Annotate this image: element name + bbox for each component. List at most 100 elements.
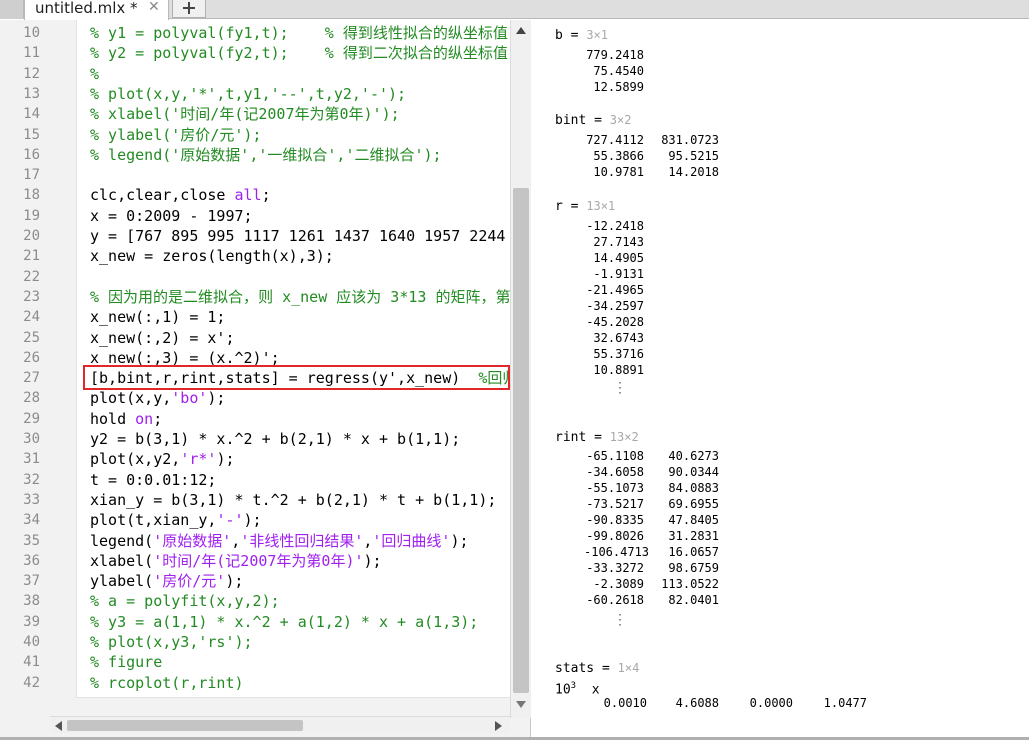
code-editor: 10 11 12 13 14 15 16 17 18 19 20 21 22 23 24 25 26 27 28 29… [0,20,531,738]
line-number: 27 [23,370,40,386]
var-name: stats [555,661,595,676]
line-number: 36 [23,553,40,569]
code-line[interactable]: legend('原始数据','非线性回归结果','回归曲线'); [90,531,510,551]
plus-icon-stroke [188,2,190,14]
rint-value: 47.8405 [668,513,719,527]
code-comment: % plot(x,y,'*',t,y1,'--',t,y2,'-'); [90,85,407,103]
code-line[interactable]: x_new = zeros(length(x),3); [90,246,510,266]
r-value: -1.9131 [593,267,644,281]
code-string: 'bo' [171,389,208,407]
var-header-stats: stats = 1×4 [555,661,640,676]
code-comment: % xlabel('时间/年(记2007年为第0年)'); [90,105,400,123]
code-line[interactable]: % xlabel('时间/年(记2007年为第0年)'); [90,104,510,124]
code-line-highlighted[interactable]: [b,bint,r,rint,stats] = regress(y',x_new… [90,368,510,388]
code-comment: % ylabel('房价/元'); [90,126,262,144]
vertical-scroll-thumb[interactable] [513,188,529,693]
scroll-left-icon[interactable] [55,721,62,731]
scroll-right-icon[interactable] [495,721,502,731]
code-line[interactable]: y2 = b(3,1) * x.^2 + b(2,1) * x + b(1,1)… [90,429,510,449]
code-line[interactable]: % plot(x,y,'*',t,y1,'--',t,y2,'-'); [90,84,510,104]
bint-value: 55.3866 [593,149,644,163]
var-name: rint [555,430,587,445]
code-text: plot(x,y, [90,389,172,407]
line-number: 38 [23,593,40,609]
line-number: 41 [23,654,40,670]
var-dims: 3×1 [586,28,608,42]
code-line[interactable]: plot(t,xian_y,'-'); [90,510,510,530]
rint-value: -55.1073 [586,481,644,495]
line-number: 17 [23,167,40,183]
code-line[interactable]: plot(x,y,'bo'); [90,388,510,408]
code-line[interactable]: x_new(:,1) = 1; [90,307,510,327]
line-number: 18 [23,187,40,203]
r-value: -12.2418 [586,219,644,233]
code-line[interactable]: % figure [90,652,510,672]
line-number: 24 [23,309,40,325]
code-line[interactable]: % y1 = polyval(fy1,t); % 得到线性拟合的纵坐标值 [90,23,510,43]
bint-value: 95.5215 [668,149,719,163]
code-line[interactable]: xlabel('时间/年(记2007年为第0年)'); [90,551,510,571]
code-text: ; [261,186,271,204]
line-number: 21 [23,248,40,264]
line-number: 31 [23,451,40,467]
code-line[interactable]: % plot(x,y3,'rs'); [90,632,510,652]
code-line[interactable]: % 因为用的是二维拟合，则 x_new 应该为 3*13 的矩阵，第 [90,287,510,307]
code-string: '回归曲线' [372,532,451,550]
code-string: '非线性回归结果' [240,532,364,550]
code-line[interactable]: clc,clear,close all; [90,185,510,205]
code-line[interactable]: ylabel('房价/元'); [90,571,510,591]
var-name: r [555,199,563,214]
code-line[interactable]: % rcoplot(r,rint) [90,673,510,693]
rint-value: -90.8335 [586,513,644,527]
r-value: 14.4905 [593,251,644,265]
code-line[interactable]: y = [767 895 995 1117 1261 1437 1640 195… [90,226,510,246]
scroll-down-icon[interactable] [516,701,526,708]
bint-value: 727.4112 [586,133,644,147]
line-number: 28 [23,390,40,406]
line-number: 29 [23,411,40,427]
code-line[interactable]: x = 0:2009 - 1997; [90,206,510,226]
code-line[interactable]: xian_y = b(3,1) * t.^2 + b(2,1) * t + b(… [90,490,510,510]
var-dims: 3×2 [609,113,632,127]
horizontal-scrollbar[interactable] [50,716,510,733]
code-text: plot(x,y2, [90,450,181,468]
stats-value: 0.0010 [603,696,647,710]
code-line[interactable]: x_new(:,3) = (x.^2)'; [90,348,510,368]
code-line[interactable]: % [90,64,510,84]
code-text: x_new(:,2) = x'; [90,329,235,347]
rint-value: 16.0657 [668,545,719,559]
line-number: 20 [23,228,40,244]
line-number: 32 [23,472,40,488]
vertical-scrollbar[interactable] [510,20,531,718]
close-icon[interactable]: ✕ [148,0,160,15]
code-line[interactable]: plot(x,y2,'r*'); [90,449,510,469]
code-line[interactable]: hold on; [90,409,510,429]
code-text: hold [90,410,136,428]
code-string: '-' [216,511,244,529]
code-line[interactable]: % a = polyfit(x,y,2); [90,591,510,611]
code-line[interactable]: % ylabel('房价/元'); [90,125,510,145]
code-text: ylabel( [90,572,154,590]
line-number: 22 [23,269,40,285]
code-line[interactable] [90,165,510,185]
rint-value: -65.1108 [586,449,644,463]
horizontal-scroll-thumb[interactable] [67,720,303,731]
tab-title[interactable]: untitled.mlx * [35,0,138,17]
new-tab-button[interactable] [172,0,206,18]
b-value: 779.2418 [586,48,644,62]
code-line[interactable]: % y3 = a(1,1) * x.^2 + a(1,2) * x + a(1,… [90,612,510,632]
var-header-rint: rint = 13×2 [555,430,639,445]
line-number: 19 [23,208,40,224]
code-text: y = [767 895 995 1117 1261 1437 1640 195… [90,227,510,245]
tab-untitled[interactable]: untitled.mlx * ✕ [24,0,169,20]
rint-value: 113.0522 [661,577,719,591]
code-line[interactable]: t = 0:0.01:12; [90,470,510,490]
code-line[interactable]: % y2 = polyval(fy2,t); % 得到二次拟合的纵坐标值 [90,43,510,63]
code-line[interactable]: % legend('原始数据','一维拟合','二维拟合'); [90,145,510,165]
r-value: -34.2597 [586,299,644,313]
code-text: x_new(:,1) = 1; [90,308,226,326]
var-header-r: r = 13×1 [555,199,616,214]
scroll-up-icon[interactable] [516,27,526,34]
code-line[interactable]: x_new(:,2) = x'; [90,328,510,348]
code-line[interactable] [90,267,510,287]
